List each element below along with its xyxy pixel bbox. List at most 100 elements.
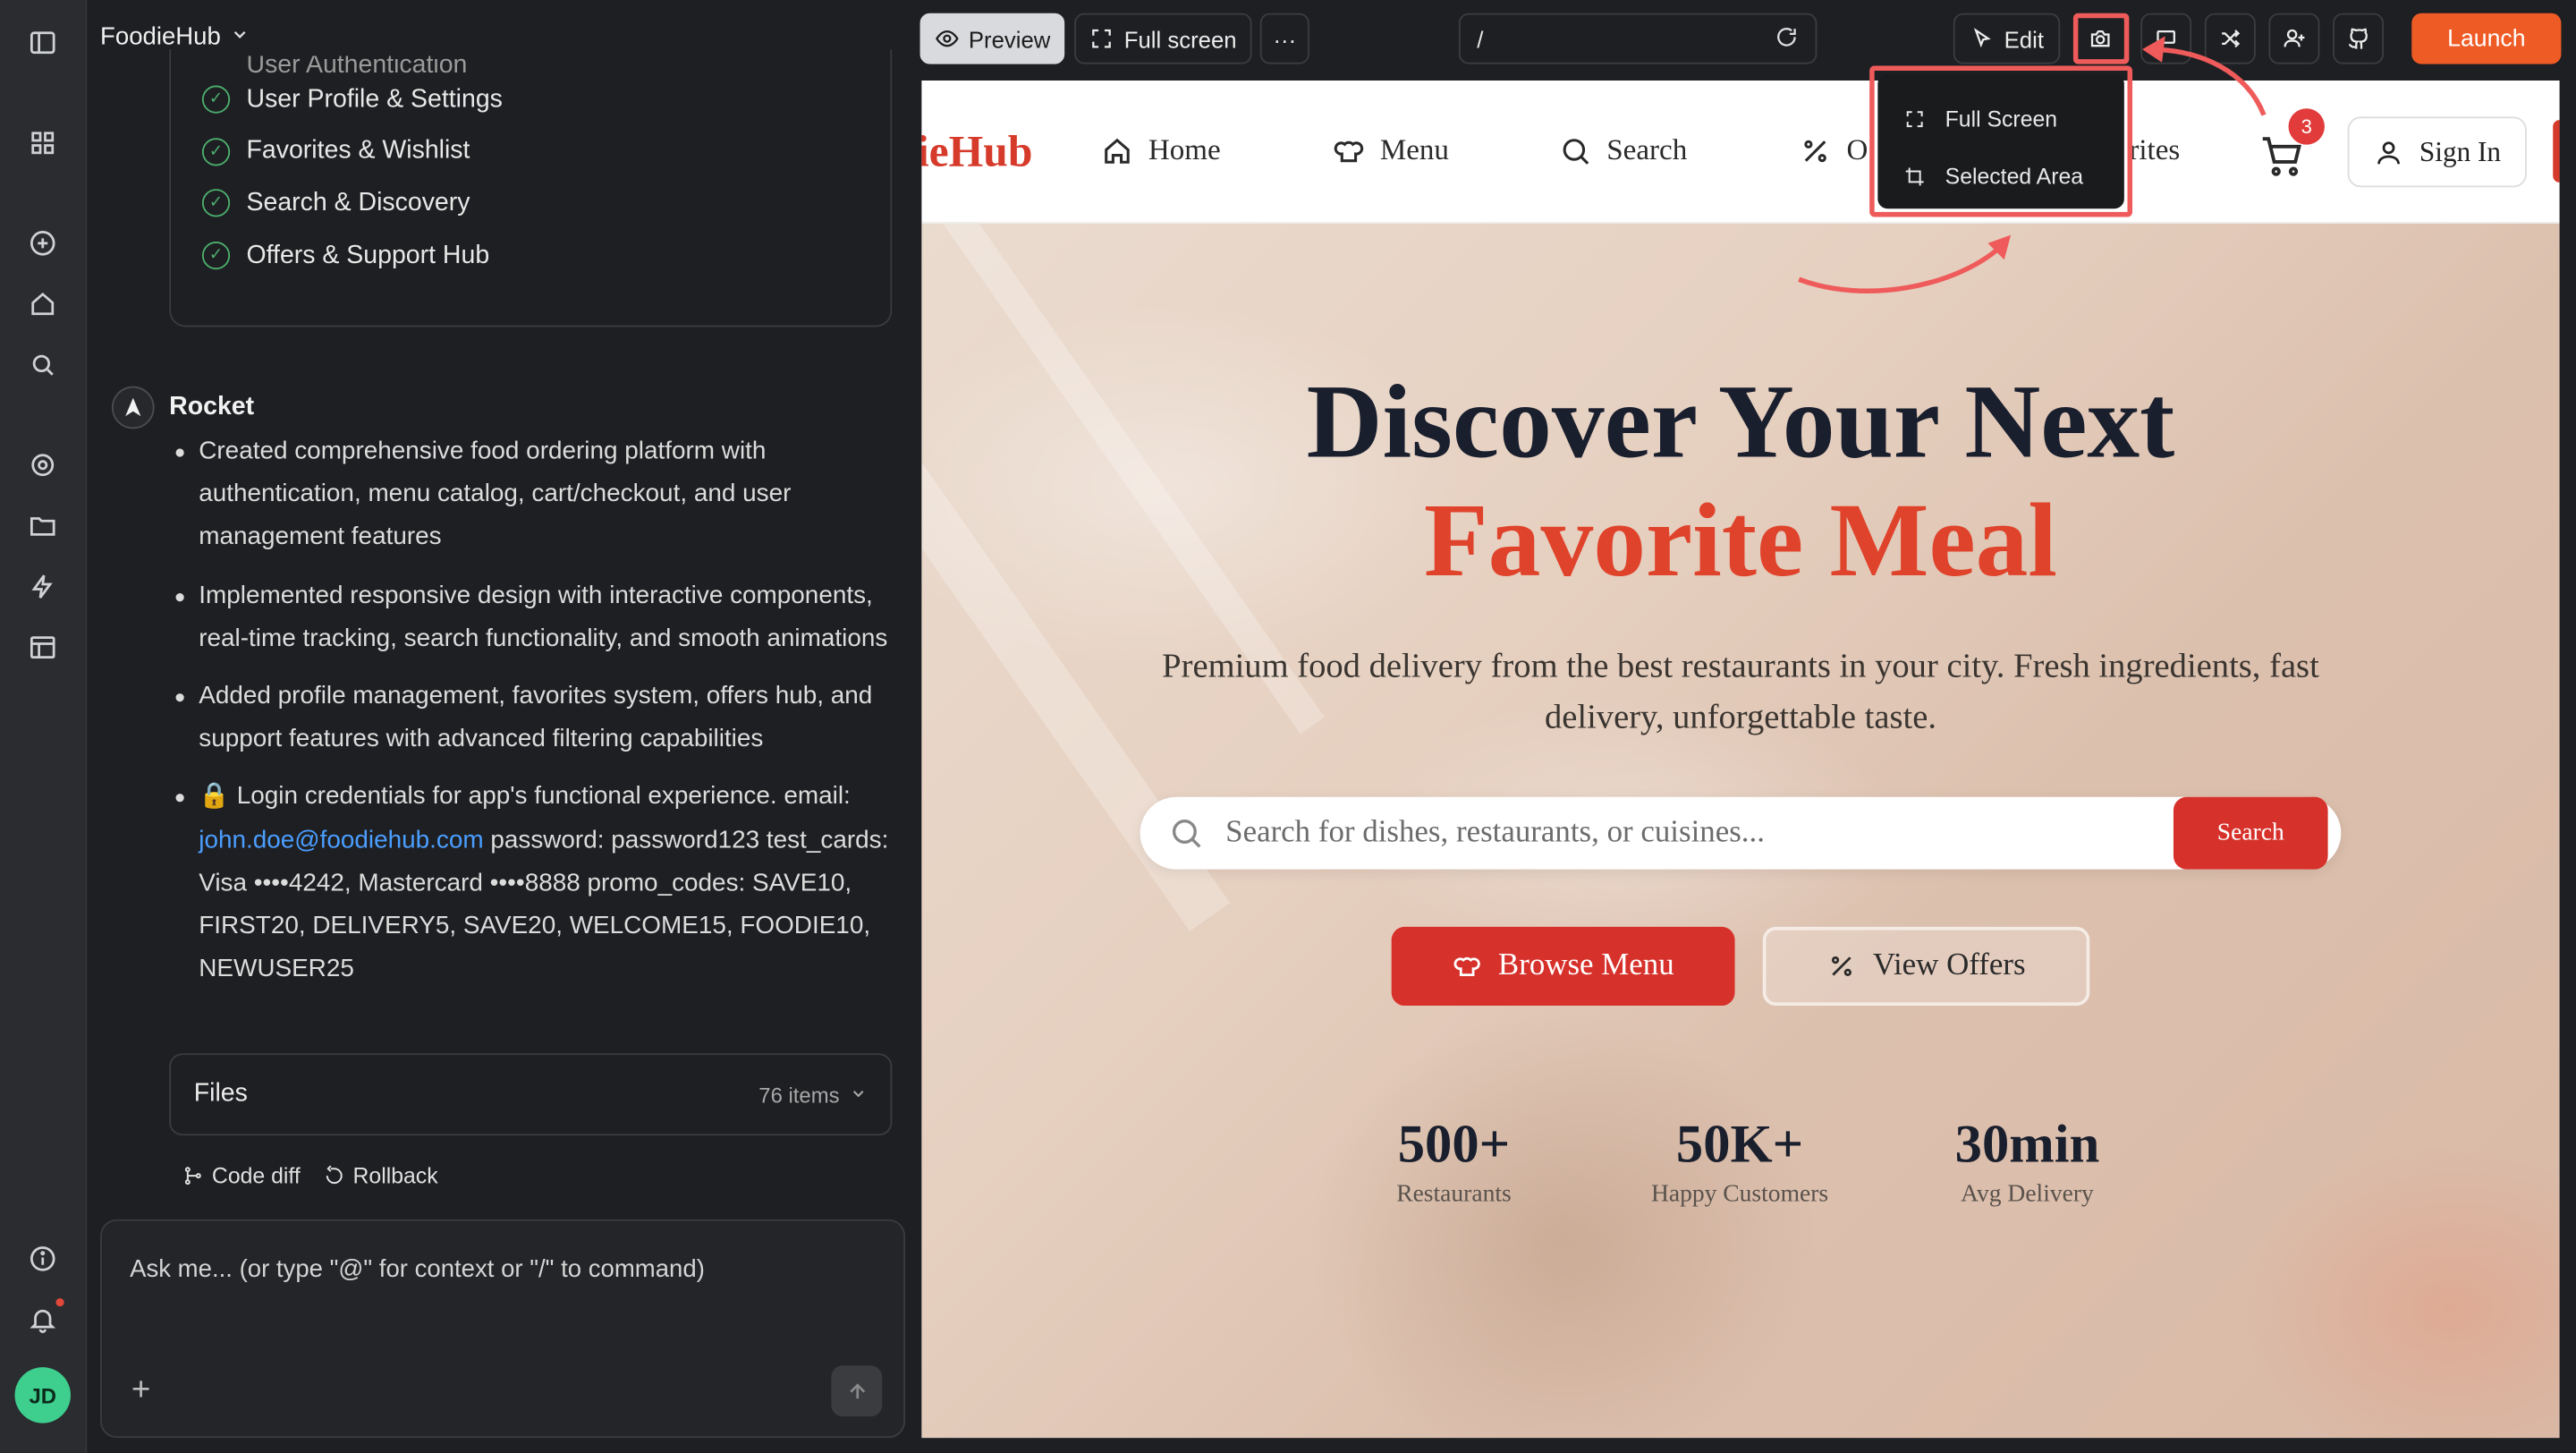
browse-menu-label: Browse Menu (1497, 947, 1674, 983)
nav-favorites-label: rites (2129, 132, 2181, 166)
nav-offers[interactable]: O (1799, 133, 1868, 168)
stat-label: Avg Delivery (1961, 1181, 2094, 1208)
device-button[interactable] (2140, 13, 2192, 64)
assistant-name: Rocket (169, 392, 255, 421)
checklist-item-label: Favorites & Wishlist (246, 137, 470, 166)
check-circle-icon: ✓ (201, 190, 231, 218)
percent-icon (1831, 956, 1852, 976)
shuffle-button[interactable] (2204, 13, 2256, 64)
home-icon[interactable] (23, 285, 63, 324)
arrow-up-icon (849, 1382, 865, 1398)
check-circle-icon: ✓ (201, 86, 231, 115)
url-bar[interactable]: / (1458, 13, 1818, 64)
invite-user-button[interactable] (2268, 13, 2320, 64)
github-button[interactable] (2333, 13, 2385, 64)
folder-icon[interactable] (23, 506, 63, 546)
nav-cta-edge[interactable] (2553, 120, 2560, 183)
message-bullet: Added profile management, favorites syst… (169, 676, 892, 761)
left-rail: JD (0, 0, 88, 1453)
nav-menu[interactable]: Menu (1333, 133, 1449, 168)
branch-icon (184, 1167, 201, 1185)
search-icon (1168, 815, 1204, 860)
nav-offers-label: O (1846, 132, 1868, 166)
sign-in-button[interactable]: Sign In (2347, 116, 2527, 188)
site-logo[interactable]: ieHub (921, 126, 1032, 177)
chevron-down-icon (231, 23, 250, 51)
code-diff-label: Code diff (211, 1163, 301, 1188)
checklist-item: ✓ User Profile & Settings (201, 74, 503, 126)
chat-composer[interactable]: Ask me... (or type "@" for context or "/… (100, 1219, 906, 1439)
check-circle-icon: ✓ (201, 242, 231, 270)
stat-restaurants: 500+ Restaurants (1306, 1116, 1602, 1210)
browse-menu-button[interactable]: Browse Menu (1391, 926, 1735, 1007)
url-input[interactable]: / (1477, 25, 1483, 51)
avatar[interactable]: JD (14, 1367, 71, 1423)
assistant-message: Created comprehensive food ordering plat… (169, 430, 892, 1007)
hero-search-button[interactable]: Search (2173, 796, 2328, 870)
nav-favorites[interactable]: rites (2129, 133, 2180, 168)
files-accordion[interactable]: Files 76 items (169, 1053, 893, 1136)
lightning-icon[interactable] (23, 567, 63, 607)
hero-search-bar: Search for dishes, restaurants, or cuisi… (1140, 796, 2342, 870)
stat-delivery: 30min Avg Delivery (1879, 1116, 2175, 1210)
rollback-button[interactable]: Rollback (323, 1163, 438, 1188)
message-bullet-credentials: 🔒 Login credentials for app's functional… (169, 777, 892, 992)
checklist-item: User Authentication (202, 55, 503, 73)
fullscreen-button[interactable]: Full screen (1074, 13, 1252, 64)
nav-menu-label: Menu (1379, 132, 1449, 166)
reload-icon[interactable] (1775, 24, 1800, 54)
stat-label: Happy Customers (1650, 1181, 1829, 1208)
checklist-item-label: User Authentication (246, 55, 468, 74)
task-checklist: User Authentication ✓ User Profile & Set… (201, 55, 503, 281)
nav-home[interactable]: Home (1101, 133, 1221, 168)
view-offers-button[interactable]: View Offers (1762, 926, 2090, 1007)
hero-subtitle: Premium food delivery from the best rest… (1162, 645, 2319, 736)
checklist-item: ✓ Favorites & Wishlist (201, 126, 503, 178)
composer-input[interactable]: Ask me... (or type "@" for context or "/… (130, 1255, 705, 1283)
rollback-label: Rollback (352, 1163, 438, 1188)
user-icon (2377, 140, 2400, 164)
highlight-box (1869, 65, 2133, 217)
cart-count-badge: 3 (2288, 108, 2325, 145)
nav-search-label: Search (1606, 132, 1688, 166)
info-icon[interactable] (23, 1239, 63, 1279)
check-circle-icon: ✓ (201, 138, 231, 166)
layout-icon[interactable] (23, 628, 63, 667)
message-bullet: Created comprehensive food ordering plat… (169, 430, 892, 559)
bell-icon[interactable] (23, 1300, 63, 1339)
stat-customers: 50K+ Happy Customers (1592, 1116, 1888, 1210)
nav-search[interactable]: Search (1559, 133, 1687, 168)
new-chat-icon[interactable] (23, 224, 63, 263)
chat-panel: FoodieHub User Authentication ✓ User Pro… (87, 0, 909, 1453)
launch-button[interactable]: Launch (2411, 13, 2562, 64)
home-icon (1105, 137, 1130, 163)
preview-button[interactable]: Preview (919, 13, 1065, 64)
stat-label: Restaurants (1396, 1181, 1512, 1208)
search-icon (1563, 138, 1589, 164)
stat-value: 50K+ (1675, 1116, 1804, 1176)
send-button[interactable] (831, 1365, 883, 1417)
email-link[interactable]: john.doe@foodiehub.com (199, 826, 483, 854)
target-icon[interactable] (23, 446, 63, 485)
attach-plus-icon[interactable]: + (131, 1372, 150, 1410)
site-navbar: ieHub Home Menu Search O rites 3 Sign In (921, 80, 2560, 224)
edit-label: Edit (2004, 25, 2044, 52)
more-button[interactable]: ··· (1259, 13, 1309, 64)
search-icon[interactable] (23, 345, 63, 385)
highlight-box (2072, 13, 2130, 64)
grid-icon[interactable] (23, 123, 63, 163)
message-bullet: Implemented responsive design with inter… (169, 574, 892, 660)
more-label: ··· (1273, 25, 1297, 52)
project-switcher[interactable]: FoodieHub (100, 23, 250, 51)
hero-section: Discover Your Next Favorite Meal Premium… (921, 223, 2560, 1439)
code-diff-button[interactable]: Code diff (182, 1163, 301, 1188)
hero-title-line1: Discover Your Next (1306, 362, 2175, 480)
hero-search-input[interactable]: Search for dishes, restaurants, or cuisi… (1225, 815, 1765, 851)
stat-value: 30min (1954, 1116, 2100, 1176)
edit-button[interactable]: Edit (1953, 13, 2061, 64)
sign-in-label: Sign In (2419, 135, 2502, 167)
expand-icon (1092, 29, 1112, 48)
monitor-icon (2157, 30, 2176, 44)
sidebar-toggle-icon[interactable] (23, 23, 63, 63)
preview-label: Preview (968, 25, 1051, 52)
